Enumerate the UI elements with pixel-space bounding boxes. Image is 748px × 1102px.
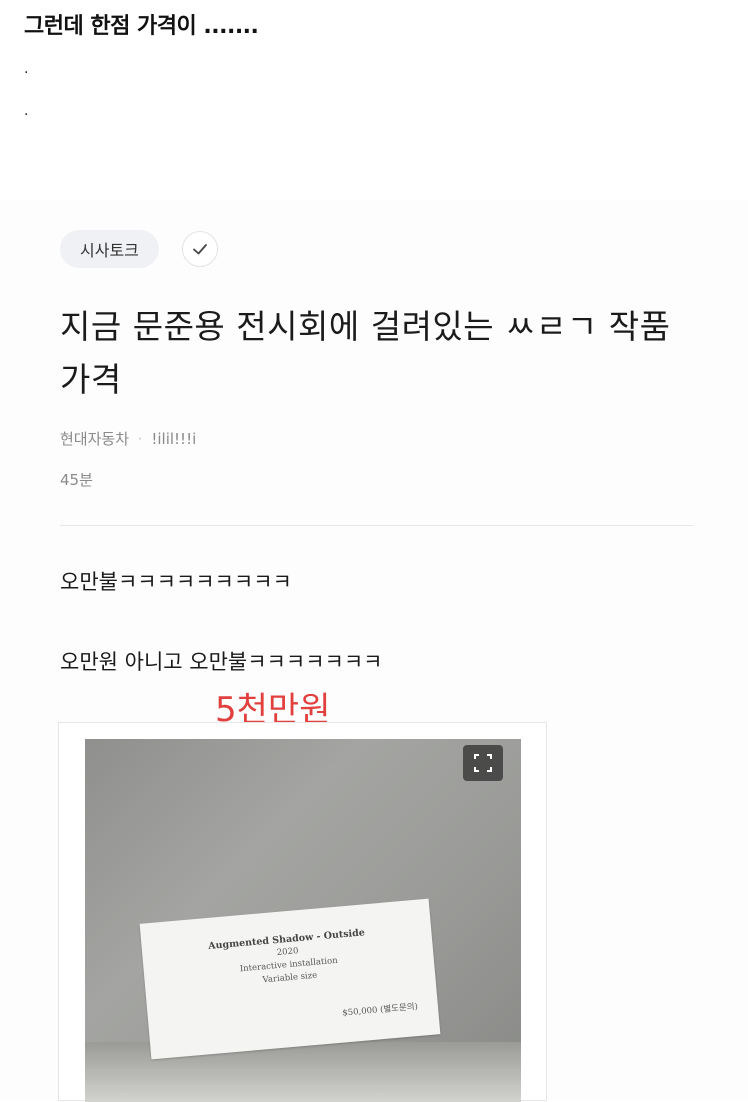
author-nickname[interactable]: !ilil!!!i xyxy=(151,430,196,448)
spacer-dot: . xyxy=(24,103,29,119)
embedded-post-screenshot: 시사토크 지금 문준용 전시회에 걸려있는 ㅆㄹㄱ 작품 가격 현대자동차 · … xyxy=(0,200,748,1102)
placard-price: $50,000 (별도문의) xyxy=(342,1001,419,1019)
page-heading: 그런데 한점 가격이 ....... xyxy=(24,14,259,39)
post-author-line: 현대자동차 · !ilil!!!i xyxy=(60,428,196,449)
spacer-dot: . xyxy=(24,61,29,77)
post-time: 45분 xyxy=(60,471,93,489)
category-chip[interactable]: 시사토크 xyxy=(60,230,159,268)
post-body-line: 오만불ㅋㅋㅋㅋㅋㅋㅋㅋㅋ xyxy=(60,570,292,594)
category-label: 시사토크 xyxy=(80,241,139,260)
post-image-frame: Augmented Shadow - Outside 2020 Interact… xyxy=(58,722,547,1102)
author-name[interactable]: 현대자동차 xyxy=(60,430,129,448)
artwork-placard: Augmented Shadow - Outside 2020 Interact… xyxy=(139,898,441,1060)
artwork-label-photo[interactable]: Augmented Shadow - Outside 2020 Interact… xyxy=(85,739,521,1102)
separator: · xyxy=(137,430,143,448)
check-icon[interactable] xyxy=(182,231,218,267)
divider xyxy=(60,525,693,526)
post-body-line: 오만원 아니고 오만불ㅋㅋㅋㅋㅋㅋㅋ xyxy=(60,650,383,674)
expand-icon[interactable] xyxy=(463,745,503,781)
post-title: 지금 문준용 전시회에 걸려있는 ㅆㄹㄱ 작품 가격 xyxy=(60,307,671,399)
